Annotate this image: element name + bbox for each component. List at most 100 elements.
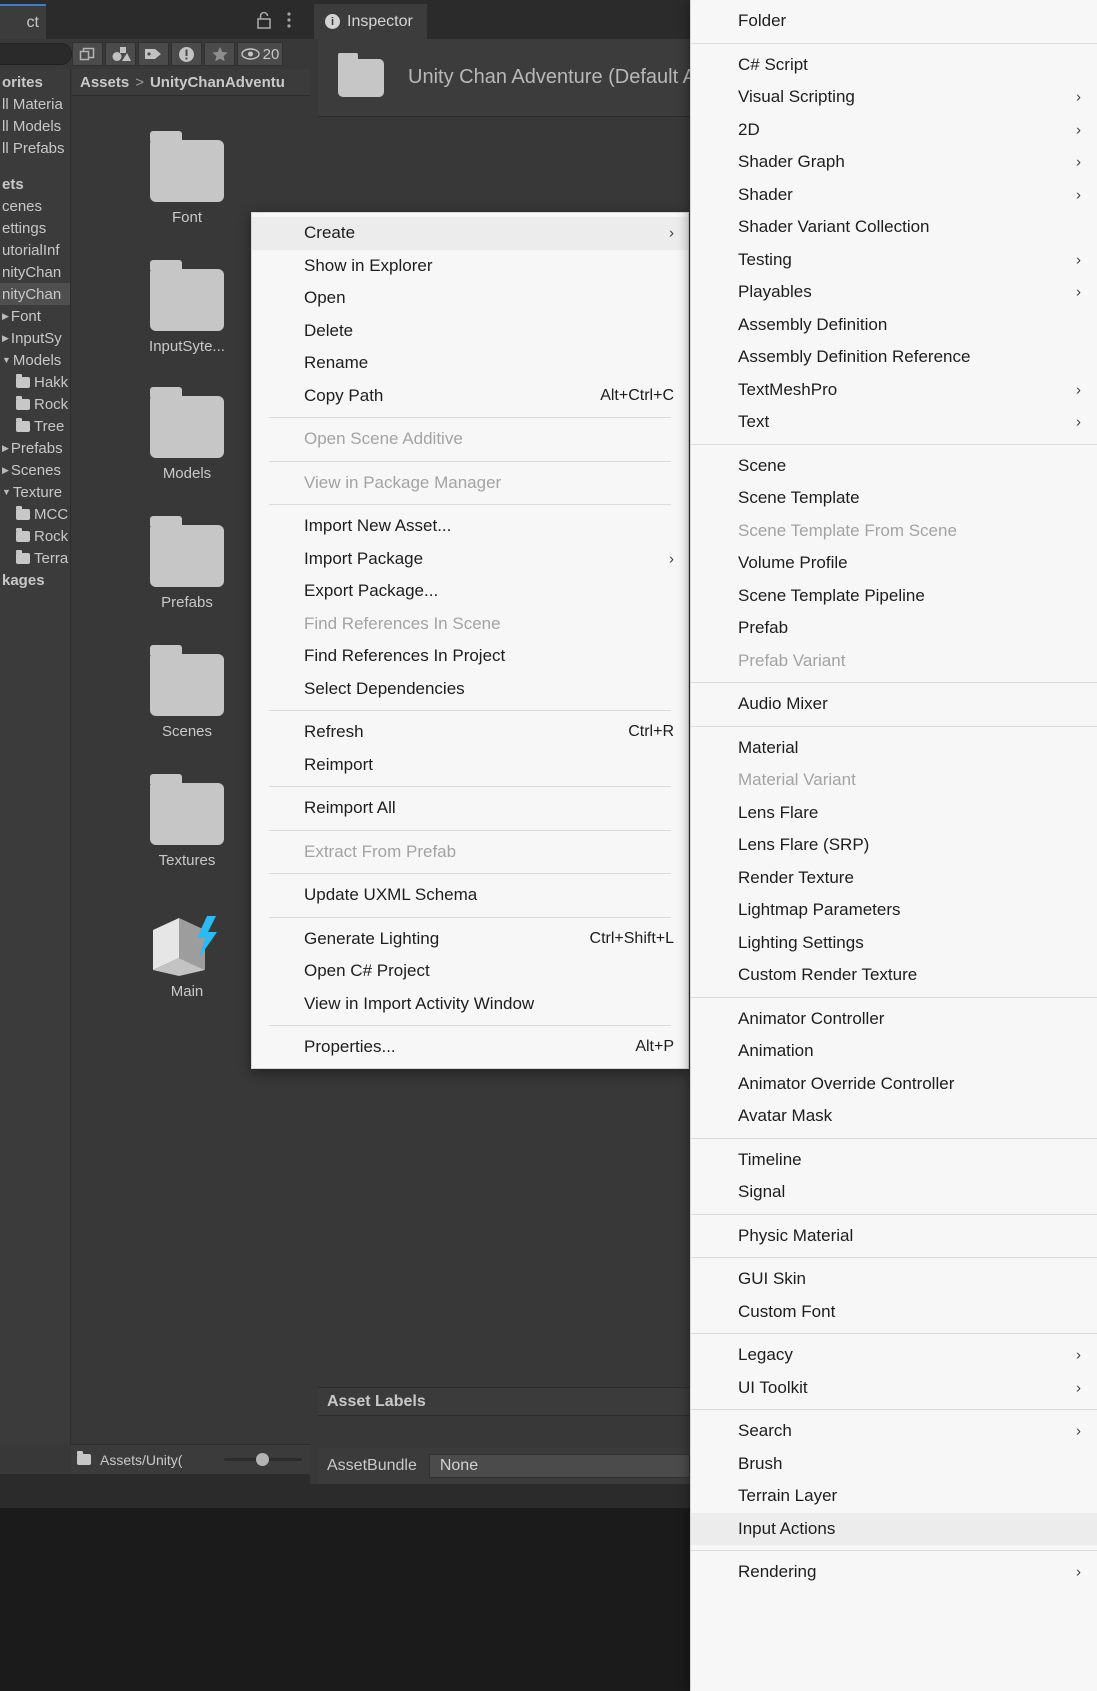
asset-item[interactable]: InputSyte... bbox=[137, 269, 237, 355]
create-submenu-item[interactable]: Shader Variant Collection bbox=[691, 211, 1097, 244]
context-menu-item[interactable]: Create› bbox=[252, 217, 688, 250]
create-submenu-item[interactable]: Brush bbox=[691, 1448, 1097, 1481]
slider-knob[interactable] bbox=[256, 1453, 269, 1466]
tree-item[interactable]: ▶Prefabs bbox=[0, 437, 70, 459]
tree-item[interactable]: cenes bbox=[0, 195, 70, 217]
create-submenu-item[interactable]: Render Texture bbox=[691, 862, 1097, 895]
create-submenu-item[interactable]: Animation bbox=[691, 1035, 1097, 1068]
create-submenu-item[interactable]: Material bbox=[691, 732, 1097, 765]
create-submenu-item[interactable]: Visual Scripting› bbox=[691, 81, 1097, 114]
create-submenu-item[interactable]: Audio Mixer bbox=[691, 688, 1097, 721]
create-submenu-item[interactable]: Input Actions bbox=[691, 1513, 1097, 1546]
chevron-down-icon[interactable]: ▼ bbox=[2, 487, 11, 497]
asset-item[interactable]: Main bbox=[137, 912, 237, 1000]
tree-item[interactable]: ▼Texture bbox=[0, 481, 70, 503]
tree-item[interactable]: utorialInf bbox=[0, 239, 70, 261]
tree-item[interactable]: ll Materia bbox=[0, 93, 70, 115]
tree-item[interactable]: ▶Font bbox=[0, 305, 70, 327]
tree-item[interactable]: Tree bbox=[0, 415, 70, 437]
create-submenu-item[interactable]: Signal bbox=[691, 1176, 1097, 1209]
asset-context-menu[interactable]: Create›Show in ExplorerOpenDeleteRenameC… bbox=[251, 212, 689, 1069]
create-submenu-item[interactable]: Volume Profile bbox=[691, 547, 1097, 580]
breadcrumb-root[interactable]: Assets bbox=[80, 74, 129, 91]
create-submenu-item[interactable]: Playables› bbox=[691, 276, 1097, 309]
context-menu-item[interactable]: Generate LightingCtrl+Shift+L bbox=[252, 923, 688, 956]
context-menu-item[interactable]: Properties...Alt+P bbox=[252, 1031, 688, 1064]
tree-item[interactable]: kages bbox=[0, 569, 70, 591]
asset-type-filter-icon[interactable] bbox=[105, 42, 136, 66]
breadcrumb-current[interactable]: UnityChanAdventu bbox=[150, 74, 285, 91]
create-submenu-item[interactable]: 2D› bbox=[691, 114, 1097, 147]
label-filter-icon[interactable] bbox=[138, 42, 169, 66]
star-favorite-icon[interactable] bbox=[204, 42, 235, 66]
context-menu-item[interactable]: Export Package... bbox=[252, 575, 688, 608]
create-submenu-item[interactable]: Physic Material bbox=[691, 1220, 1097, 1253]
create-submenu-item[interactable]: Lens Flare bbox=[691, 797, 1097, 830]
assetbundle-dropdown[interactable]: None bbox=[429, 1454, 690, 1478]
tree-item[interactable]: ▶InputSy bbox=[0, 327, 70, 349]
context-menu-item[interactable]: Open bbox=[252, 282, 688, 315]
tree-item[interactable]: ettings bbox=[0, 217, 70, 239]
tree-item[interactable]: Hakk bbox=[0, 371, 70, 393]
chevron-right-icon[interactable]: ▶ bbox=[2, 465, 9, 476]
create-submenu-item[interactable]: Lens Flare (SRP) bbox=[691, 829, 1097, 862]
tree-item[interactable]: ▶Scenes bbox=[0, 459, 70, 481]
asset-item[interactable]: Prefabs bbox=[137, 525, 237, 611]
context-menu-item[interactable]: Show in Explorer bbox=[252, 250, 688, 283]
project-folder-tree[interactable]: oritesll Materiall Modelsll Prefabsetsce… bbox=[0, 69, 71, 1444]
tree-item[interactable]: MCC bbox=[0, 503, 70, 525]
context-menu-item[interactable]: Import Package› bbox=[252, 543, 688, 576]
chevron-right-icon[interactable]: ▶ bbox=[2, 443, 9, 454]
create-submenu-item[interactable]: Terrain Layer bbox=[691, 1480, 1097, 1513]
create-submenu-item[interactable]: Custom Render Texture bbox=[691, 959, 1097, 992]
tree-item[interactable]: nityChan bbox=[0, 283, 70, 305]
tree-item[interactable]: Rock bbox=[0, 393, 70, 415]
asset-item[interactable]: Font bbox=[137, 140, 237, 226]
create-submenu-item[interactable]: Shader› bbox=[691, 179, 1097, 212]
visibility-toggle[interactable]: 20 bbox=[237, 42, 283, 66]
context-menu-item[interactable]: Reimport All bbox=[252, 792, 688, 825]
create-submenu-item[interactable]: Text› bbox=[691, 406, 1097, 439]
asset-item[interactable]: Textures bbox=[137, 783, 237, 869]
context-menu-item[interactable]: Find References In Project bbox=[252, 640, 688, 673]
chevron-down-icon[interactable]: ▼ bbox=[2, 355, 11, 365]
context-menu-item[interactable]: Select Dependencies bbox=[252, 673, 688, 706]
create-submenu-item[interactable]: C# Script bbox=[691, 49, 1097, 82]
context-menu-item[interactable]: Open C# Project bbox=[252, 955, 688, 988]
tree-item[interactable]: ets bbox=[0, 173, 70, 195]
expand-window-icon[interactable] bbox=[72, 42, 103, 66]
kebab-menu-icon[interactable] bbox=[286, 10, 304, 30]
tree-item[interactable]: Terra bbox=[0, 547, 70, 569]
tree-item[interactable]: nityChan bbox=[0, 261, 70, 283]
create-submenu-item[interactable]: TextMeshPro› bbox=[691, 374, 1097, 407]
context-menu-item[interactable]: View in Import Activity Window bbox=[252, 988, 688, 1021]
create-submenu-item[interactable]: Animator Override Controller bbox=[691, 1068, 1097, 1101]
create-submenu-item[interactable]: Legacy› bbox=[691, 1339, 1097, 1372]
tab-project[interactable]: ct bbox=[0, 4, 46, 39]
tab-inspector[interactable]: i Inspector bbox=[314, 4, 427, 39]
create-submenu-item[interactable]: Assembly Definition Reference bbox=[691, 341, 1097, 374]
create-submenu-item[interactable]: Lightmap Parameters bbox=[691, 894, 1097, 927]
create-submenu-item[interactable]: Timeline bbox=[691, 1144, 1097, 1177]
create-submenu-item[interactable]: Prefab bbox=[691, 612, 1097, 645]
chevron-right-icon[interactable]: ▶ bbox=[2, 333, 9, 344]
warning-filter-icon[interactable] bbox=[171, 42, 202, 66]
asset-size-slider[interactable] bbox=[224, 1458, 302, 1461]
context-menu-item[interactable]: Delete bbox=[252, 315, 688, 348]
create-submenu[interactable]: FolderC# ScriptVisual Scripting›2D›Shade… bbox=[690, 0, 1097, 1691]
create-submenu-item[interactable]: Lighting Settings bbox=[691, 927, 1097, 960]
create-submenu-item[interactable]: Scene bbox=[691, 450, 1097, 483]
tree-item[interactable]: Rock bbox=[0, 525, 70, 547]
search-input[interactable] bbox=[0, 43, 72, 65]
create-submenu-item[interactable]: Search› bbox=[691, 1415, 1097, 1448]
tree-item[interactable]: ll Prefabs bbox=[0, 137, 70, 159]
chevron-right-icon[interactable]: ▶ bbox=[2, 311, 9, 322]
create-submenu-item[interactable]: GUI Skin bbox=[691, 1263, 1097, 1296]
context-menu-item[interactable]: Rename bbox=[252, 347, 688, 380]
create-submenu-item[interactable]: Rendering› bbox=[691, 1556, 1097, 1589]
create-submenu-item[interactable]: Avatar Mask bbox=[691, 1100, 1097, 1133]
create-submenu-item[interactable]: Shader Graph› bbox=[691, 146, 1097, 179]
create-submenu-item[interactable]: Scene Template Pipeline bbox=[691, 580, 1097, 613]
lock-icon[interactable] bbox=[255, 10, 273, 30]
create-submenu-item[interactable]: Custom Font bbox=[691, 1296, 1097, 1329]
